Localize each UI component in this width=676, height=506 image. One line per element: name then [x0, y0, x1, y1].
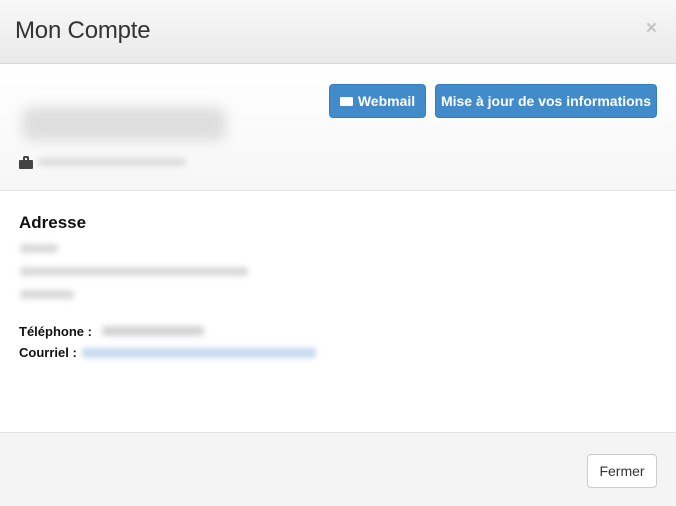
briefcase-icon — [19, 156, 33, 169]
close-button[interactable]: Fermer — [587, 454, 657, 488]
address-heading: Adresse — [19, 213, 87, 232]
address-line-redacted — [20, 267, 248, 276]
modal-title: Mon Compte — [15, 17, 151, 44]
modal-footer: Fermer — [0, 432, 676, 506]
close-icon[interactable]: × — [646, 18, 657, 40]
webmail-button[interactable]: Webmail — [329, 84, 426, 118]
envelope-icon — [339, 96, 353, 106]
user-role-redacted — [38, 158, 186, 166]
update-info-button-label: Mise à jour de vos informations — [440, 93, 652, 109]
webmail-button-label: Webmail — [357, 93, 416, 109]
update-info-button[interactable]: Mise à jour de vos informations — [435, 84, 657, 118]
modal-header: Mon Compte × — [0, 0, 676, 64]
phone-value-redacted — [102, 326, 204, 336]
address-line-redacted — [20, 290, 74, 299]
email-label: Courriel : — [19, 345, 77, 360]
email-link-redacted[interactable] — [82, 348, 316, 358]
phone-label: Téléphone : — [19, 324, 92, 339]
user-name-redacted — [22, 107, 226, 141]
address-line-redacted — [20, 244, 58, 253]
account-modal: Mon Compte × Webmail Mise à jour de vos … — [0, 0, 676, 506]
